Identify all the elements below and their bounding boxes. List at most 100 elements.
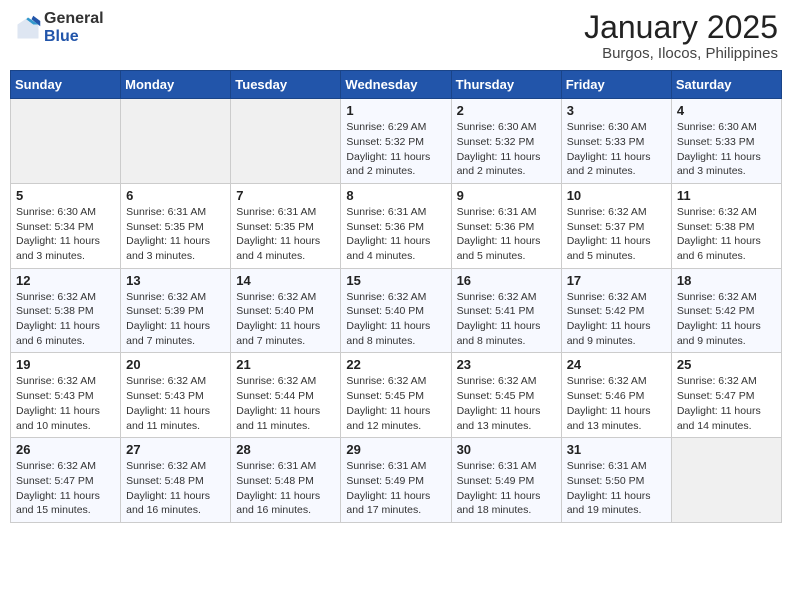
day-number: 4 <box>677 103 776 118</box>
calendar-day-cell: 22Sunrise: 6:32 AM Sunset: 5:45 PM Dayli… <box>341 353 451 438</box>
title-block: January 2025 Burgos, Ilocos, Philippines <box>584 10 778 62</box>
day-info: Sunrise: 6:32 AM Sunset: 5:40 PM Dayligh… <box>236 290 335 349</box>
day-info: Sunrise: 6:31 AM Sunset: 5:49 PM Dayligh… <box>346 459 445 518</box>
calendar-day-cell: 31Sunrise: 6:31 AM Sunset: 5:50 PM Dayli… <box>561 438 671 523</box>
day-number: 24 <box>567 357 666 372</box>
day-number: 5 <box>16 188 115 203</box>
calendar-day-cell: 7 Sunrise: 6:31 AM Sunset: 5:35 PM Daylig… <box>231 183 341 268</box>
logo-text: General Blue <box>44 10 104 45</box>
day-number: 19 <box>16 357 115 372</box>
day-info: Sunrise: 6:31 AM Sunset: 5:36 PM Dayligh… <box>457 205 556 264</box>
day-info: Sunrise: 6:31 AM Sunset: 5:35 PM Dayligh… <box>236 205 335 264</box>
weekday-header-row: SundayMondayTuesdayWednesdayThursdayFrid… <box>11 71 782 99</box>
day-number: 30 <box>457 442 556 457</box>
calendar-day-cell: 1 Sunrise: 6:29 AM Sunset: 5:32 PM Daylig… <box>341 99 451 184</box>
day-number: 15 <box>346 273 445 288</box>
day-number: 3 <box>567 103 666 118</box>
calendar-day-cell: 29 Sunrise: 6:31 AM Sunset: 5:49 PM Dayli… <box>341 438 451 523</box>
day-number: 16 <box>457 273 556 288</box>
calendar-day-cell: 12Sunrise: 6:32 AM Sunset: 5:38 PM Dayli… <box>11 268 121 353</box>
day-number: 21 <box>236 357 335 372</box>
calendar-subtitle: Burgos, Ilocos, Philippines <box>584 45 778 62</box>
day-info: Sunrise: 6:32 AM Sunset: 5:42 PM Dayligh… <box>677 290 776 349</box>
calendar-day-cell <box>121 99 231 184</box>
day-info: Sunrise: 6:29 AM Sunset: 5:32 PM Dayligh… <box>346 120 445 179</box>
day-info: Sunrise: 6:32 AM Sunset: 5:46 PM Dayligh… <box>567 374 666 433</box>
day-info: Sunrise: 6:30 AM Sunset: 5:33 PM Dayligh… <box>567 120 666 179</box>
calendar-day-cell: 17 Sunrise: 6:32 AM Sunset: 5:42 PM Dayli… <box>561 268 671 353</box>
day-number: 2 <box>457 103 556 118</box>
day-info: Sunrise: 6:32 AM Sunset: 5:47 PM Dayligh… <box>16 459 115 518</box>
calendar-day-cell: 2 Sunrise: 6:30 AM Sunset: 5:32 PM Daylig… <box>451 99 561 184</box>
day-number: 10 <box>567 188 666 203</box>
day-number: 23 <box>457 357 556 372</box>
calendar-day-cell: 18 Sunrise: 6:32 AM Sunset: 5:42 PM Dayli… <box>671 268 781 353</box>
day-info: Sunrise: 6:32 AM Sunset: 5:38 PM Dayligh… <box>16 290 115 349</box>
day-info: Sunrise: 6:31 AM Sunset: 5:36 PM Dayligh… <box>346 205 445 264</box>
calendar-day-cell: 24 Sunrise: 6:32 AM Sunset: 5:46 PM Dayli… <box>561 353 671 438</box>
calendar-day-cell: 28 Sunrise: 6:31 AM Sunset: 5:48 PM Dayli… <box>231 438 341 523</box>
calendar-day-cell: 9 Sunrise: 6:31 AM Sunset: 5:36 PM Daylig… <box>451 183 561 268</box>
calendar-day-cell: 19 Sunrise: 6:32 AM Sunset: 5:43 PM Dayli… <box>11 353 121 438</box>
day-info: Sunrise: 6:32 AM Sunset: 5:43 PM Dayligh… <box>126 374 225 433</box>
calendar-day-cell: 13 Sunrise: 6:32 AM Sunset: 5:39 PM Dayli… <box>121 268 231 353</box>
day-info: Sunrise: 6:32 AM Sunset: 5:39 PM Dayligh… <box>126 290 225 349</box>
day-info: Sunrise: 6:32 AM Sunset: 5:43 PM Dayligh… <box>16 374 115 433</box>
calendar-day-cell: 8 Sunrise: 6:31 AM Sunset: 5:36 PM Daylig… <box>341 183 451 268</box>
calendar-day-cell: 10Sunrise: 6:32 AM Sunset: 5:37 PM Dayli… <box>561 183 671 268</box>
day-info: Sunrise: 6:32 AM Sunset: 5:41 PM Dayligh… <box>457 290 556 349</box>
weekday-header-saturday: Saturday <box>671 71 781 99</box>
calendar-day-cell: 11 Sunrise: 6:32 AM Sunset: 5:38 PM Dayli… <box>671 183 781 268</box>
day-info: Sunrise: 6:31 AM Sunset: 5:49 PM Dayligh… <box>457 459 556 518</box>
day-number: 11 <box>677 188 776 203</box>
day-info: Sunrise: 6:30 AM Sunset: 5:32 PM Dayligh… <box>457 120 556 179</box>
day-number: 1 <box>346 103 445 118</box>
day-info: Sunrise: 6:32 AM Sunset: 5:45 PM Dayligh… <box>346 374 445 433</box>
weekday-header-monday: Monday <box>121 71 231 99</box>
calendar-day-cell: 20 Sunrise: 6:32 AM Sunset: 5:43 PM Dayli… <box>121 353 231 438</box>
calendar-week-row: 1 Sunrise: 6:29 AM Sunset: 5:32 PM Daylig… <box>11 99 782 184</box>
calendar-title: January 2025 <box>584 10 778 45</box>
calendar-day-cell: 3 Sunrise: 6:30 AM Sunset: 5:33 PM Daylig… <box>561 99 671 184</box>
calendar-day-cell: 23Sunrise: 6:32 AM Sunset: 5:45 PM Dayli… <box>451 353 561 438</box>
calendar-day-cell: 25 Sunrise: 6:32 AM Sunset: 5:47 PM Dayli… <box>671 353 781 438</box>
calendar-day-cell: 26Sunrise: 6:32 AM Sunset: 5:47 PM Dayli… <box>11 438 121 523</box>
calendar-day-cell: 16 Sunrise: 6:32 AM Sunset: 5:41 PM Dayli… <box>451 268 561 353</box>
day-info: Sunrise: 6:32 AM Sunset: 5:47 PM Dayligh… <box>677 374 776 433</box>
calendar-week-row: 19 Sunrise: 6:32 AM Sunset: 5:43 PM Dayli… <box>11 353 782 438</box>
day-info: Sunrise: 6:31 AM Sunset: 5:48 PM Dayligh… <box>236 459 335 518</box>
calendar-week-row: 12Sunrise: 6:32 AM Sunset: 5:38 PM Dayli… <box>11 268 782 353</box>
day-info: Sunrise: 6:32 AM Sunset: 5:38 PM Dayligh… <box>677 205 776 264</box>
day-info: Sunrise: 6:30 AM Sunset: 5:34 PM Dayligh… <box>16 205 115 264</box>
calendar-table: SundayMondayTuesdayWednesdayThursdayFrid… <box>10 70 782 523</box>
calendar-day-cell: 30 Sunrise: 6:31 AM Sunset: 5:49 PM Dayli… <box>451 438 561 523</box>
day-number: 14 <box>236 273 335 288</box>
calendar-day-cell <box>11 99 121 184</box>
day-number: 20 <box>126 357 225 372</box>
day-number: 8 <box>346 188 445 203</box>
weekday-header-sunday: Sunday <box>11 71 121 99</box>
calendar-day-cell <box>231 99 341 184</box>
logo-icon <box>14 14 42 42</box>
day-number: 29 <box>346 442 445 457</box>
weekday-header-wednesday: Wednesday <box>341 71 451 99</box>
day-info: Sunrise: 6:32 AM Sunset: 5:44 PM Dayligh… <box>236 374 335 433</box>
day-number: 7 <box>236 188 335 203</box>
day-number: 28 <box>236 442 335 457</box>
day-number: 25 <box>677 357 776 372</box>
day-number: 13 <box>126 273 225 288</box>
day-number: 6 <box>126 188 225 203</box>
logo-general-text: General <box>44 10 104 28</box>
day-number: 17 <box>567 273 666 288</box>
day-number: 18 <box>677 273 776 288</box>
day-info: Sunrise: 6:32 AM Sunset: 5:40 PM Dayligh… <box>346 290 445 349</box>
calendar-day-cell: 21 Sunrise: 6:32 AM Sunset: 5:44 PM Dayli… <box>231 353 341 438</box>
day-info: Sunrise: 6:32 AM Sunset: 5:48 PM Dayligh… <box>126 459 225 518</box>
logo-blue-text: Blue <box>44 28 104 46</box>
day-number: 27 <box>126 442 225 457</box>
weekday-header-tuesday: Tuesday <box>231 71 341 99</box>
day-info: Sunrise: 6:32 AM Sunset: 5:42 PM Dayligh… <box>567 290 666 349</box>
day-number: 9 <box>457 188 556 203</box>
weekday-header-friday: Friday <box>561 71 671 99</box>
calendar-day-cell: 27 Sunrise: 6:32 AM Sunset: 5:48 PM Dayli… <box>121 438 231 523</box>
